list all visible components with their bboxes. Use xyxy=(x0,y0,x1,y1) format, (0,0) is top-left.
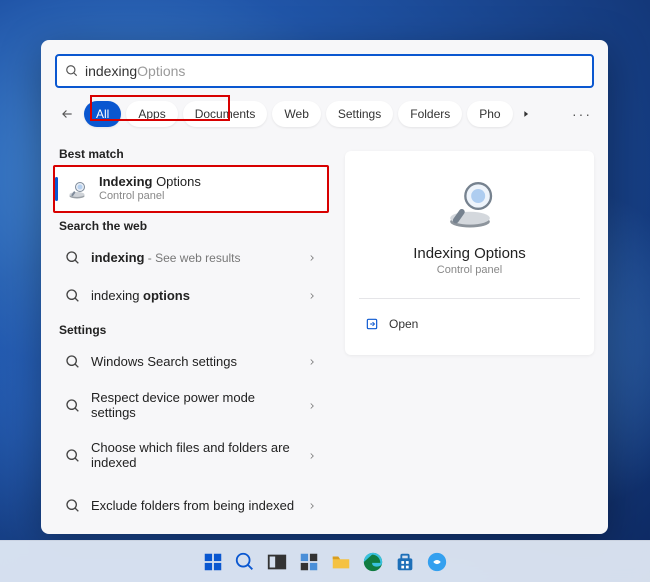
widgets-button[interactable] xyxy=(295,548,323,576)
section-settings: Settings xyxy=(59,323,323,337)
chevron-right-icon xyxy=(307,291,317,301)
filter-apps[interactable]: Apps xyxy=(126,101,177,127)
search-icon xyxy=(65,398,81,414)
divider xyxy=(359,298,580,299)
best-match-item[interactable]: Indexing Options Control panel xyxy=(55,167,327,211)
settings-result[interactable]: Respect device power mode settings xyxy=(55,381,327,431)
edge-button[interactable] xyxy=(359,548,387,576)
section-best-match: Best match xyxy=(59,147,323,161)
folder-icon xyxy=(330,551,352,573)
search-suggestion-text: Options xyxy=(137,63,185,79)
file-explorer-button[interactable] xyxy=(327,548,355,576)
search-icon xyxy=(65,288,81,304)
search-icon xyxy=(234,551,256,573)
search-icon xyxy=(65,250,81,266)
filter-photos[interactable]: Pho xyxy=(467,101,512,127)
filter-all[interactable]: All xyxy=(84,101,121,127)
windows-icon xyxy=(202,551,224,573)
task-view-icon xyxy=(266,551,288,573)
app-button[interactable] xyxy=(423,548,451,576)
detail-subtitle: Control panel xyxy=(363,264,576,276)
store-button[interactable] xyxy=(391,548,419,576)
search-icon xyxy=(65,498,81,514)
search-icon xyxy=(65,64,79,78)
results-panel: Best match Indexing Options Control pane… xyxy=(41,139,341,534)
settings-result[interactable]: Choose which files and folders are index… xyxy=(55,431,327,481)
best-match-subtitle: Control panel xyxy=(99,190,201,203)
search-icon xyxy=(65,448,81,464)
web-result-label: indexing - See web results xyxy=(91,251,297,266)
chevron-right-icon xyxy=(307,253,317,263)
open-icon xyxy=(365,317,379,331)
filter-documents[interactable]: Documents xyxy=(183,101,268,127)
web-result-indexing[interactable]: indexing - See web results xyxy=(55,239,327,277)
best-match-title: Indexing Options xyxy=(99,175,201,190)
filter-more-button[interactable] xyxy=(518,109,534,119)
indexing-options-icon xyxy=(65,177,89,201)
app-icon xyxy=(426,551,448,573)
detail-title: Indexing Options xyxy=(363,245,576,262)
arrow-left-icon xyxy=(60,107,74,121)
chevron-right-icon xyxy=(307,501,317,511)
widgets-icon xyxy=(298,551,320,573)
search-input[interactable]: indexing Options xyxy=(55,54,594,88)
chevron-right-icon xyxy=(307,401,317,411)
filter-folders[interactable]: Folders xyxy=(398,101,462,127)
chevron-right-icon xyxy=(521,109,531,119)
open-label: Open xyxy=(389,317,418,331)
settings-result-label: Windows Search settings xyxy=(91,355,297,370)
section-search-web: Search the web xyxy=(59,219,323,233)
filter-row: All Apps Documents Web Settings Folders … xyxy=(55,99,594,129)
settings-result-label: Choose which files and folders are index… xyxy=(91,441,297,471)
indexing-options-icon xyxy=(442,175,498,231)
filter-settings[interactable]: Settings xyxy=(326,101,393,127)
search-window: indexing Options All Apps Documents Web … xyxy=(41,40,608,534)
taskbar xyxy=(0,540,650,582)
detail-panel: Indexing Options Control panel Open xyxy=(345,151,594,355)
search-typed-text: indexing xyxy=(85,63,137,79)
open-button[interactable]: Open xyxy=(363,313,576,335)
settings-result[interactable]: Windows Search settings xyxy=(55,343,327,381)
search-icon xyxy=(65,354,81,370)
settings-result[interactable]: Exclude folders from being indexed xyxy=(55,481,327,531)
task-view-button[interactable] xyxy=(263,548,291,576)
back-button[interactable] xyxy=(55,102,79,126)
chevron-right-icon xyxy=(307,357,317,367)
chevron-right-icon xyxy=(307,451,317,461)
web-result-indexing-options[interactable]: indexing options xyxy=(55,277,327,315)
settings-result-label: Respect device power mode settings xyxy=(91,391,297,421)
overflow-menu-button[interactable]: ··· xyxy=(570,106,594,122)
taskbar-search-button[interactable] xyxy=(231,548,259,576)
start-button[interactable] xyxy=(199,548,227,576)
filter-web[interactable]: Web xyxy=(272,101,320,127)
edge-icon xyxy=(362,551,384,573)
store-icon xyxy=(394,551,416,573)
settings-result-label: Exclude folders from being indexed xyxy=(91,499,297,514)
web-result-label: indexing options xyxy=(91,289,297,304)
